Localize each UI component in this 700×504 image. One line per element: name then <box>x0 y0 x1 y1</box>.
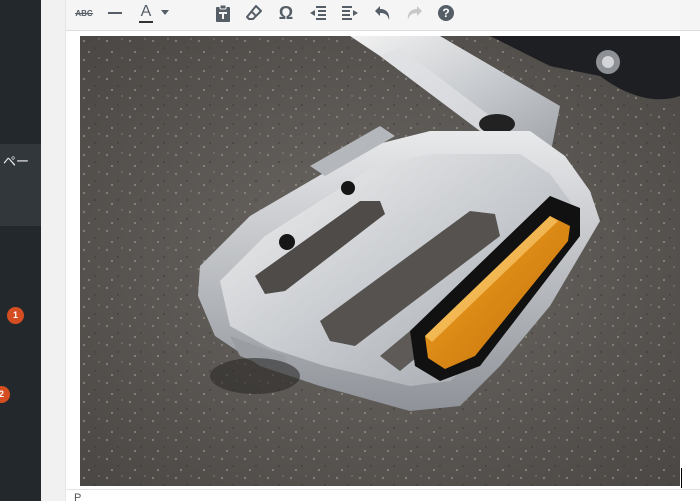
caret-down-icon <box>161 10 169 15</box>
strikethrough-button[interactable]: ABC <box>70 1 98 25</box>
indent-button[interactable] <box>336 1 364 25</box>
editor-wrap: ABC A Ω ? P <box>41 0 700 504</box>
editor-statusbar: P <box>66 489 700 504</box>
sidebar-item-pages[interactable]: ペー <box>0 151 41 170</box>
outdent-icon <box>310 5 326 20</box>
text-cursor <box>681 468 682 488</box>
undo-icon <box>375 6 390 20</box>
paste-icon <box>216 4 230 22</box>
omega-icon: Ω <box>278 2 294 23</box>
horizontal-line-button[interactable] <box>101 1 129 25</box>
text-color-dropdown[interactable] <box>158 1 172 25</box>
paste-as-text-button[interactable] <box>209 1 237 25</box>
bicycle-pedal-photo <box>80 36 680 486</box>
update-count-badge[interactable]: 1 <box>7 307 24 324</box>
editor-toolbar: ABC A Ω ? <box>66 0 700 31</box>
indent-icon <box>342 5 358 20</box>
help-button[interactable]: ? <box>432 1 460 25</box>
text-color-icon: A <box>138 3 154 23</box>
outdent-button[interactable] <box>304 1 332 25</box>
redo-icon <box>407 6 422 20</box>
clear-formatting-button[interactable] <box>240 1 268 25</box>
redo-button[interactable] <box>400 1 428 25</box>
horizontal-line-icon <box>108 12 122 14</box>
comment-count-badge[interactable]: 2 <box>0 386 10 403</box>
eraser-icon <box>246 5 262 20</box>
tinymce-editor: ABC A Ω ? P <box>65 0 700 504</box>
content-image[interactable] <box>80 36 680 486</box>
admin-sidebar: ペー 1 2 <box>0 0 41 501</box>
strikethrough-icon: ABC <box>75 8 93 18</box>
special-character-button[interactable]: Ω <box>272 1 300 25</box>
help-icon: ? <box>438 5 454 21</box>
undo-button[interactable] <box>369 1 397 25</box>
sidebar-item-label: ペー <box>2 154 29 169</box>
text-color-button[interactable]: A <box>134 1 158 25</box>
element-path[interactable]: P <box>74 492 81 504</box>
